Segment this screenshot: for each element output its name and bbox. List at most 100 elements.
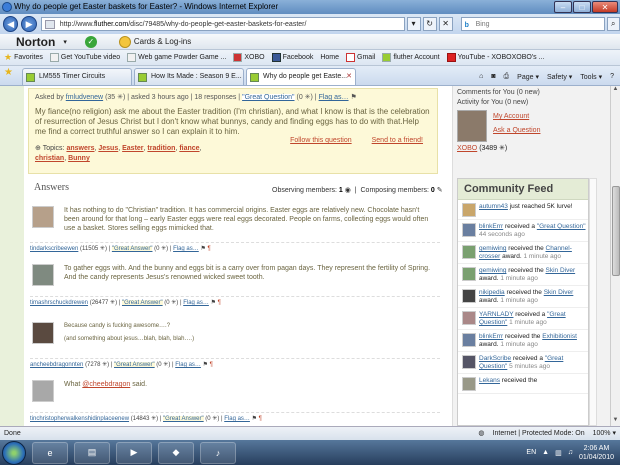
page-menu[interactable]: Page ▾: [517, 73, 539, 81]
help-menu[interactable]: ?: [610, 73, 614, 81]
avatar[interactable]: [32, 322, 54, 344]
avatar[interactable]: [462, 223, 476, 237]
avatar[interactable]: [462, 203, 476, 217]
fav-item[interactable]: XOBO: [233, 53, 265, 62]
check-icon[interactable]: ✓: [84, 35, 97, 48]
back-button[interactable]: ◀: [3, 16, 19, 32]
avatar[interactable]: [462, 355, 476, 369]
topic-link[interactable]: christian: [35, 155, 64, 162]
flag-icon[interactable]: ⚑: [200, 246, 205, 252]
minimize-button[interactable]: –: [554, 1, 572, 13]
feeds-icon[interactable]: ◙: [491, 73, 495, 81]
avatar[interactable]: [32, 206, 54, 228]
network-icon[interactable]: ▥: [555, 449, 562, 457]
permalink[interactable]: ¶: [208, 246, 211, 252]
tab-lm555[interactable]: LM555 Timer Circuits: [22, 68, 132, 85]
ask-question-link[interactable]: Ask a Question: [493, 124, 540, 138]
flag-link[interactable]: Flag as…: [319, 94, 349, 101]
feed-user-link[interactable]: gemiwing: [479, 245, 506, 252]
flag-icon[interactable]: ⚑: [252, 416, 257, 422]
home-icon[interactable]: ⌂: [479, 73, 483, 81]
comments-for-you-link[interactable]: Comments for You (0 new): [453, 88, 610, 98]
page-scrollbar[interactable]: ▲ ▼: [610, 86, 620, 426]
fav-item[interactable]: Home: [320, 54, 339, 61]
answer-author-link[interactable]: tindarkscribeewen: [30, 246, 78, 252]
avatar[interactable]: [462, 245, 476, 259]
feed-user-link[interactable]: gemiwing: [479, 267, 506, 274]
scroll-up-icon[interactable]: ▲: [611, 86, 620, 95]
avatar[interactable]: [462, 289, 476, 303]
scroll-down-icon[interactable]: ▼: [611, 417, 620, 426]
feed-user-link[interactable]: YARNLADY: [479, 311, 513, 318]
volume-icon[interactable]: ♫: [568, 449, 573, 456]
feed-user-link[interactable]: DarkScribe: [479, 355, 511, 362]
favorites-button[interactable]: ★ Favorites: [4, 52, 43, 63]
answer-author-link[interactable]: timashrschuckdrewen: [30, 300, 88, 306]
close-button[interactable]: ✕: [592, 1, 618, 13]
feed-scrollbar[interactable]: [589, 178, 597, 426]
great-answer-button[interactable]: "Great Answer": [163, 416, 204, 422]
follow-question-link[interactable]: Follow this question: [290, 137, 351, 144]
itunes-taskbar-icon[interactable]: ♪: [200, 441, 236, 464]
activity-for-you-link[interactable]: Activity for You (0 new): [453, 98, 610, 108]
great-answer-button[interactable]: "Great Answer": [121, 300, 163, 306]
topic-link[interactable]: tradition: [147, 145, 175, 152]
avatar[interactable]: [462, 333, 476, 347]
answer-author-link[interactable]: tinchristopherwalkenshidinplaceenew: [30, 416, 129, 422]
norton-logo[interactable]: Norton: [16, 35, 55, 49]
flag-icon[interactable]: ⚑: [211, 300, 216, 306]
avatar[interactable]: [462, 311, 476, 325]
permalink[interactable]: ¶: [210, 362, 213, 368]
media-player-taskbar-icon[interactable]: ▶: [116, 441, 152, 464]
norton-menu[interactable]: ▾: [63, 38, 67, 46]
feed-user-link[interactable]: blinkErrr: [479, 333, 503, 340]
avatar[interactable]: [32, 264, 54, 286]
flag-link[interactable]: Flag as…: [173, 246, 199, 252]
fav-item[interactable]: Get YouTube video: [49, 53, 120, 62]
fav-item[interactable]: Gmail: [346, 53, 375, 62]
address-input[interactable]: http://www.fluther.com/disc/79485/why-do…: [40, 17, 405, 31]
scroll-thumb[interactable]: [612, 186, 620, 276]
feed-award-link[interactable]: Skin Diver: [544, 289, 574, 296]
safety-menu[interactable]: Safety ▾: [547, 73, 572, 81]
feed-user-link[interactable]: autumn43: [479, 203, 508, 210]
fav-item[interactable]: fluther Account: [382, 53, 440, 62]
feed-user-link[interactable]: blinkErrr: [479, 223, 503, 230]
flag-link[interactable]: Flag as…: [175, 362, 201, 368]
search-icon[interactable]: ⌕: [606, 17, 620, 31]
send-to-friend-link[interactable]: Send to a friend!: [372, 137, 423, 144]
feed-award-link[interactable]: Skin Diver: [546, 267, 576, 274]
great-question-button[interactable]: "Great Question": [242, 94, 295, 101]
language-indicator[interactable]: EN: [526, 449, 536, 456]
favorites-star-icon[interactable]: ★: [4, 67, 20, 83]
answer-author-link[interactable]: ancheebdragonnten: [30, 362, 83, 368]
dropdown-icon[interactable]: ▾: [406, 17, 421, 31]
forward-button[interactable]: ▶: [21, 16, 37, 32]
clock[interactable]: 2:06 AM 01/04/2010: [579, 444, 614, 462]
maximize-button[interactable]: □: [573, 1, 591, 13]
refresh-icon[interactable]: ↻: [422, 17, 437, 31]
ie-taskbar-icon[interactable]: e: [32, 441, 68, 464]
avatar[interactable]: [462, 377, 476, 391]
tab-how-its-made[interactable]: How Its Made : Season 9 E...: [134, 68, 244, 85]
permalink[interactable]: ¶: [218, 300, 221, 306]
permalink[interactable]: ¶: [259, 416, 262, 422]
start-button[interactable]: [2, 440, 26, 465]
flag-link[interactable]: Flag as…: [183, 300, 209, 306]
search-input[interactable]: b Bing: [460, 17, 605, 31]
feed-user-link[interactable]: Lekans: [479, 377, 500, 384]
topic-link[interactable]: Bunny: [68, 155, 90, 162]
topic-link[interactable]: fiance: [179, 145, 199, 152]
avatar[interactable]: [32, 380, 54, 402]
stop-icon[interactable]: ✕: [438, 17, 453, 31]
topic-link[interactable]: Easter: [122, 145, 143, 152]
close-tab-icon[interactable]: ✕: [346, 69, 352, 85]
tray-expand-icon[interactable]: ▲: [542, 449, 549, 456]
great-answer-button[interactable]: "Great Answer": [111, 246, 153, 252]
feed-award-link[interactable]: "Great Question": [537, 223, 586, 230]
avatar[interactable]: [462, 267, 476, 281]
avatar[interactable]: [457, 110, 487, 142]
flag-icon[interactable]: ⚑: [203, 362, 208, 368]
feed-award-link[interactable]: Exhibitionist: [542, 333, 577, 340]
my-account-link[interactable]: My Account: [493, 110, 540, 124]
